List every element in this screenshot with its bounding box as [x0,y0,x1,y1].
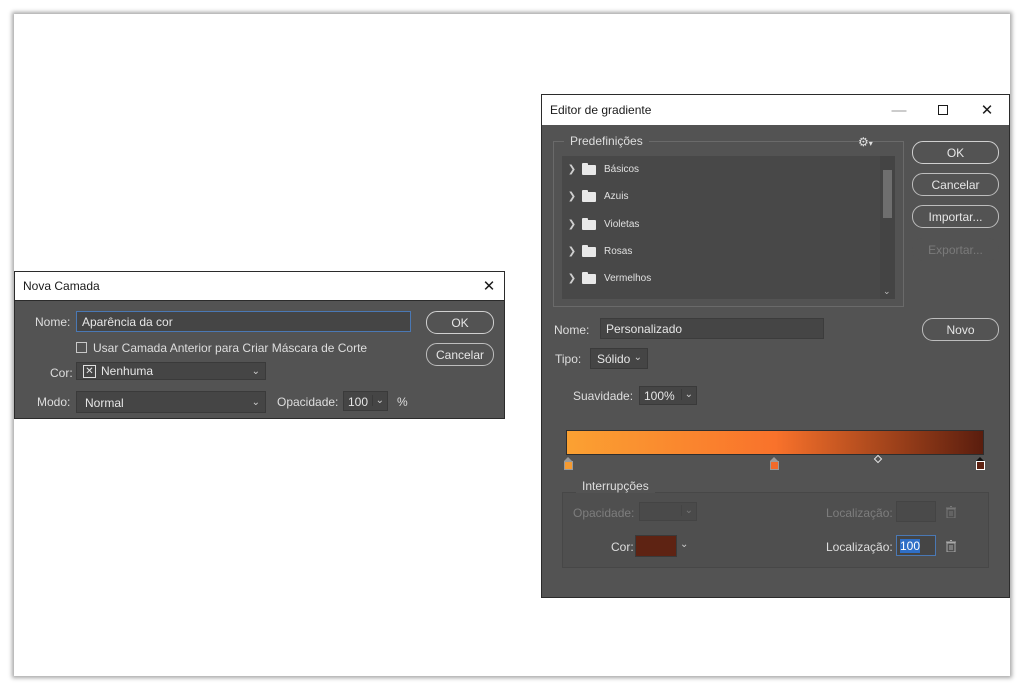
clip-mask-label: Usar Camada Anterior para Criar Máscara … [93,341,368,355]
preset-folder[interactable]: ❯ Básicos [562,156,639,183]
preset-folder-label: Azuis [604,191,629,202]
chevron-right-icon: ❯ [567,164,577,175]
export-button[interactable]: Exportar... [912,238,999,261]
smoothness-input[interactable]: 100% ⌄ [639,386,697,405]
opacity-location-input [896,501,936,522]
folder-icon [582,271,596,284]
chevron-down-icon: ⌄ [680,389,693,400]
preset-folder[interactable]: ❯ Vermelhos [562,265,651,292]
close-icon[interactable]: ✕ [965,95,1009,125]
opacity-stop-input: ⌄ [639,502,697,521]
cor-label: Cor: [50,366,73,380]
gear-icon[interactable]: ⚙▾ [858,135,873,149]
clip-mask-checkbox[interactable] [76,342,87,353]
chevron-down-icon[interactable]: ⌄ [883,286,891,297]
trash-icon [946,506,956,518]
preset-folder[interactable]: ❯ Azuis [562,183,628,210]
folder-icon [582,162,596,175]
color-select-value: Nenhuma [101,364,154,378]
color-stop-swatch[interactable] [635,535,677,557]
presets-list: ❯ Básicos ❯ Azuis ❯ Violetas ❯ Rosas ❯ V… [562,156,895,299]
none-color-icon: ✕ [83,365,96,378]
chevron-down-icon: ⌄ [371,395,384,406]
presets-label: Predefinições [564,134,649,148]
preset-folder[interactable]: ❯ Violetas [562,211,639,238]
nome-label: Nome: [35,315,71,329]
color-location-input[interactable]: 100 [896,535,936,556]
blend-mode-value: Normal [85,396,124,410]
folder-icon [582,244,596,257]
opacidade-label: Opacidade: [277,395,339,409]
opacity-input[interactable]: 100 ⌄ [343,391,388,411]
import-button[interactable]: Importar... [912,205,999,228]
scrollbar-thumb[interactable] [883,170,892,218]
gradient-type-value: Sólido [597,352,631,366]
percent-label: % [397,395,408,409]
modo-label: Modo: [37,395,71,409]
chevron-down-icon: ⌄ [680,505,693,516]
tipo-label: Tipo: [555,352,582,366]
opacity-value: 100 [348,395,369,409]
gradient-preview-bar[interactable] [566,430,984,455]
gradient-midpoint[interactable] [873,454,883,464]
blend-mode-select[interactable]: Normal ⌄ [76,391,266,413]
smoothness-value: 100% [644,389,675,403]
color-location-label: Localização: [826,540,893,554]
preset-folder-label: Violetas [604,219,640,230]
nova-camada-dialog: Nova Camada ✕ Nome: Aparência da cor Usa… [14,271,505,419]
interrupcoes-label: Interrupções [576,479,655,493]
ok-button[interactable]: OK [426,311,494,334]
color-location-value: 100 [900,539,921,553]
color-stop-label: Cor: [611,540,634,554]
trash-icon[interactable] [946,540,956,552]
suavidade-label: Suavidade: [573,389,634,403]
preset-folder-label: Básicos [604,164,640,175]
cancel-button[interactable]: Cancelar [426,343,494,366]
new-button[interactable]: Novo [922,318,999,341]
layer-name-input[interactable]: Aparência da cor [76,311,411,332]
cancel-button[interactable]: Cancelar [912,173,999,196]
chevron-right-icon: ❯ [567,219,577,230]
preset-folder-label: Vermelhos [604,273,652,284]
color-select[interactable]: ✕ Nenhuma ⌄ [76,362,266,380]
chevron-down-icon[interactable]: ⌄ [680,539,688,550]
maximize-icon[interactable] [921,95,965,125]
nome-label: Nome: [554,323,590,337]
nova-camada-title: Nova Camada [23,279,100,293]
gradient-editor-titlebar: Editor de gradiente — ✕ [542,95,1009,125]
opacity-stop-label: Opacidade: [573,506,635,520]
chevron-right-icon: ❯ [567,246,577,257]
ok-button[interactable]: OK [912,141,999,164]
nova-camada-titlebar: Nova Camada ✕ [15,272,504,301]
gradient-name-input[interactable]: Personalizado [600,318,824,339]
opacity-location-label: Localização: [826,506,893,520]
gradient-editor-title: Editor de gradiente [550,103,652,117]
chevron-down-icon: ⌄ [633,352,642,363]
gradient-editor-dialog: Editor de gradiente — ✕ Predefinições ⚙▾… [541,94,1010,598]
preset-folder[interactable]: ❯ Rosas [562,238,632,265]
chevron-down-icon: ⌄ [251,366,260,377]
color-stop-mid[interactable] [770,457,779,470]
color-stop-start[interactable] [564,457,573,470]
minimize-icon[interactable]: — [877,95,921,125]
close-icon[interactable]: ✕ [474,272,504,300]
presets-scrollbar[interactable]: ⌄ [880,156,895,299]
chevron-right-icon: ❯ [567,191,577,202]
folder-icon [582,189,596,202]
preset-folder-label: Rosas [604,246,633,257]
color-stop-end-selected[interactable] [976,457,985,470]
chevron-down-icon: ⌄ [251,397,260,408]
folder-icon [582,217,596,230]
gradient-type-select[interactable]: Sólido ⌄ [590,348,648,369]
chevron-right-icon: ❯ [567,273,577,284]
